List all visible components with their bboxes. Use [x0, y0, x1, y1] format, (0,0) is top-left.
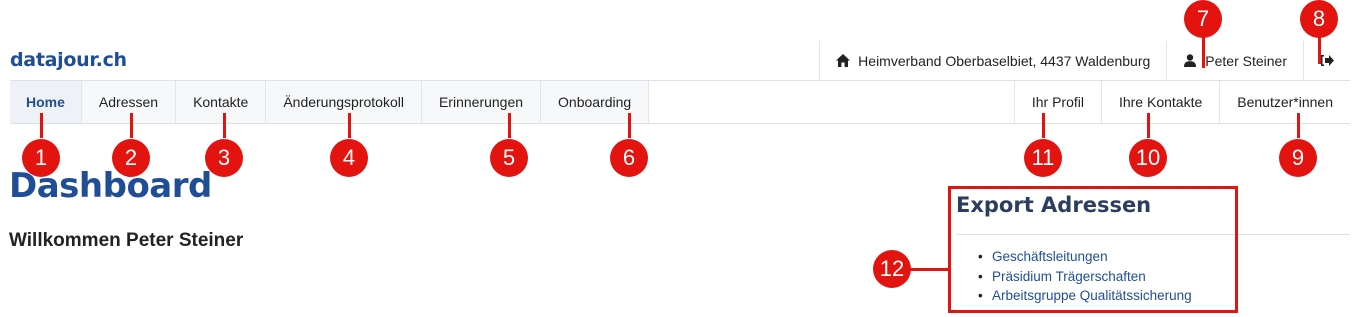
- logout-button[interactable]: [1304, 41, 1350, 80]
- nav-item-adressen[interactable]: Adressen: [82, 81, 177, 123]
- marker-1: 1: [22, 139, 60, 177]
- user-link[interactable]: Peter Steiner: [1167, 41, 1304, 80]
- organization-label: Heimverband Oberbaselbiet, 4437 Waldenbu…: [858, 52, 1151, 69]
- home-icon: [836, 54, 851, 68]
- marker-12: 12: [873, 250, 911, 288]
- marker-3: 3: [205, 139, 243, 177]
- logo[interactable]: datajour.ch: [10, 49, 127, 71]
- nav-item-benutzerinnen[interactable]: Benutzer*innen: [1219, 81, 1350, 123]
- marker-connector: [130, 113, 133, 138]
- top-user-bar: Heimverband Oberbaselbiet, 4437 Waldenbu…: [819, 41, 1350, 80]
- user-name: Peter Steiner: [1205, 52, 1287, 69]
- nav-item-aenderungsprotokoll[interactable]: Änderungsprotokoll: [266, 81, 422, 123]
- marker-7: 7: [1184, 0, 1222, 38]
- marker-10: 10: [1129, 139, 1167, 177]
- marker-connector: [1202, 36, 1205, 68]
- user-icon: [1183, 54, 1197, 68]
- marker-9: 9: [1279, 139, 1317, 177]
- marker-connector: [508, 113, 511, 138]
- marker-connector: [628, 113, 631, 138]
- organization-link[interactable]: Heimverband Oberbaselbiet, 4437 Waldenbu…: [820, 41, 1168, 80]
- logout-icon: [1320, 54, 1334, 68]
- marker-5: 5: [490, 139, 528, 177]
- marker-connector: [348, 113, 351, 138]
- marker-11: 11: [1024, 139, 1062, 177]
- nav-item-ihr-profil[interactable]: Ihr Profil: [1013, 81, 1101, 123]
- marker-8: 8: [1300, 0, 1338, 38]
- welcome-message: Willkommen Peter Steiner: [9, 230, 244, 251]
- nav-item-home[interactable]: Home: [10, 81, 82, 123]
- nav-left-group: Home Adressen Kontakte Änderungsprotokol…: [10, 81, 650, 123]
- marker-connector: [1297, 113, 1300, 138]
- marker-connector: [40, 113, 43, 138]
- marker-connector: [910, 268, 950, 271]
- marker-connector: [1042, 113, 1045, 138]
- marker-6: 6: [610, 139, 648, 177]
- nav-item-onboarding[interactable]: Onboarding: [541, 81, 650, 123]
- marker-connector: [1147, 113, 1150, 138]
- nav-item-ihre-kontakte[interactable]: Ihre Kontakte: [1100, 81, 1219, 123]
- marker-connector: [223, 113, 226, 138]
- nav-item-kontakte[interactable]: Kontakte: [176, 81, 267, 123]
- marker-4: 4: [330, 139, 368, 177]
- marker-2: 2: [112, 139, 150, 177]
- nav-item-erinnerungen[interactable]: Erinnerungen: [422, 81, 542, 123]
- marker-connector: [1318, 36, 1321, 64]
- export-highlight-box: [948, 186, 1238, 313]
